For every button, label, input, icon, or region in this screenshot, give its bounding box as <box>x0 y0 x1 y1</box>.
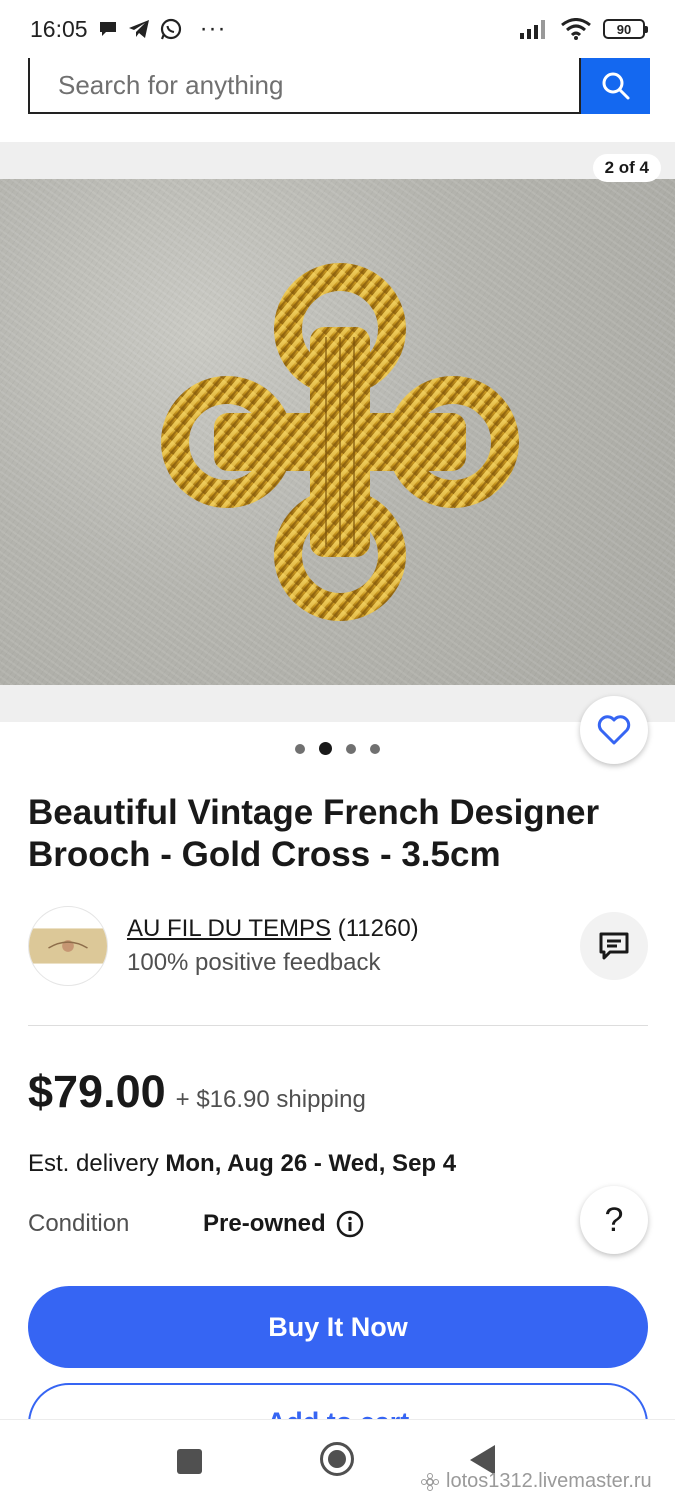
condition-label: Condition <box>28 1210 130 1237</box>
home-icon[interactable] <box>320 1442 354 1476</box>
delivery-dates: Mon, Aug 26 - Wed, Sep 4 <box>165 1150 457 1177</box>
status-right: 90 <box>519 18 648 40</box>
seller-feedback-count: (11260) <box>337 915 419 942</box>
status-bar: 16:05 ··· 90 <box>0 0 675 58</box>
divider <box>28 1025 648 1026</box>
condition-value: Pre-owned <box>203 1210 326 1237</box>
estimated-delivery: Est. delivery Mon, Aug 26 - Wed, Sep 4 <box>28 1150 456 1178</box>
heart-icon <box>597 715 631 745</box>
listing-title: Beautiful Vintage French Designer Brooch… <box>28 793 600 874</box>
gallery-dot[interactable] <box>346 743 356 754</box>
telegram-icon <box>128 19 150 39</box>
image-gallery[interactable]: 2 of 4 <box>0 142 675 722</box>
search-icon <box>602 72 629 100</box>
price: $79.00 <box>28 1066 166 1117</box>
search-input[interactable]: Search for anything <box>28 58 581 114</box>
buy-it-now-button[interactable]: Buy It Now <box>28 1286 648 1368</box>
contact-seller-button[interactable] <box>580 912 648 980</box>
watch-button[interactable] <box>580 696 648 764</box>
message-icon <box>599 932 629 960</box>
wifi-icon <box>561 18 591 40</box>
search-button[interactable] <box>581 58 650 114</box>
gallery-dot[interactable] <box>295 743 305 754</box>
shipping-cost: + $16.90 shipping <box>175 1086 366 1113</box>
signal-icon <box>519 19 549 39</box>
seller-name-row: AU FIL DU TEMPS (11260) <box>127 912 419 946</box>
delivery-label: Est. delivery <box>28 1150 159 1177</box>
whatsapp-icon <box>160 18 182 40</box>
watermark: lotos1312.livemaster.ru <box>420 1470 652 1493</box>
status-left: 16:05 ··· <box>30 15 227 43</box>
condition-row: Condition Pre-owned <box>28 1210 364 1238</box>
gallery-dot-active[interactable] <box>319 742 332 755</box>
gallery-dots <box>0 742 675 755</box>
more-notifications: ··· <box>199 15 227 42</box>
seller-feedback-percent: 100% positive feedback <box>127 949 381 976</box>
info-icon[interactable] <box>336 1210 364 1238</box>
recents-icon[interactable] <box>177 1449 202 1474</box>
image-counter: 2 of 4 <box>592 154 661 182</box>
seller-avatar[interactable] <box>28 906 108 986</box>
product-photo[interactable] <box>0 179 675 685</box>
help-button[interactable]: ? <box>580 1186 648 1254</box>
clock: 16:05 <box>30 15 88 42</box>
watermark-flower-icon <box>421 1472 439 1491</box>
seller-info: AU FIL DU TEMPS (11260) 100% positive fe… <box>127 912 419 980</box>
price-row: $79.00 + $16.90 shipping <box>28 1066 366 1118</box>
message-bubble-icon <box>98 20 118 38</box>
seller-name-link[interactable]: AU FIL DU TEMPS <box>127 915 331 942</box>
search-bar: Search for anything <box>28 58 650 114</box>
watermark-text: lotos1312.livemaster.ru <box>446 1470 652 1492</box>
seller-logo <box>29 928 107 964</box>
seller-card: AU FIL DU TEMPS (11260) 100% positive fe… <box>28 906 648 986</box>
gallery-dot[interactable] <box>370 743 380 754</box>
brooch-image <box>161 263 519 621</box>
battery-icon: 90 <box>603 19 648 39</box>
